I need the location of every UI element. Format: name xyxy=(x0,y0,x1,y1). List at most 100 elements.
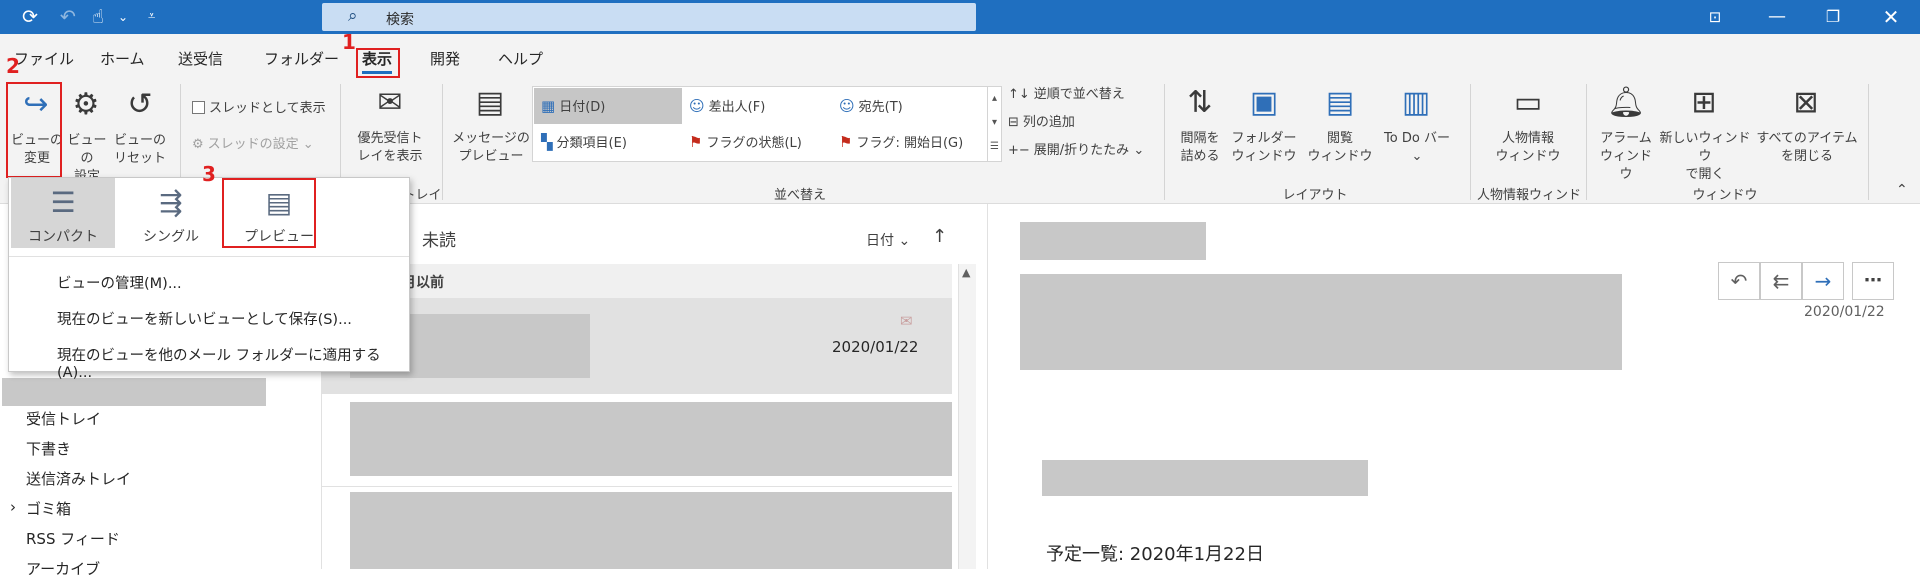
sort-by-dropdown[interactable]: 日付 ⌄ xyxy=(866,230,910,250)
annotation-step-1: 1 xyxy=(342,30,356,54)
touch-mode-icon[interactable]: ☝ xyxy=(92,6,104,28)
show-as-threads-label: スレッドとして表示 xyxy=(209,101,326,116)
sort-direction-icon[interactable]: ↑ xyxy=(932,226,947,247)
close-all-items-button[interactable]: すべてのアイテム を閉じる xyxy=(1754,130,1860,166)
message-preview-button[interactable]: メッセージの プレビュー xyxy=(450,130,532,166)
categories-icon: ▚ xyxy=(541,133,553,151)
group-label-window: ウィンドウ xyxy=(1692,188,1758,203)
reset-view-button[interactable]: ビューの リセット xyxy=(114,132,166,168)
arrange-from[interactable]: ☺ 差出人(F) xyxy=(689,97,839,117)
gallery-scroll[interactable]: ▴ ▾ ☰ xyxy=(987,87,1001,161)
arrange-date-text: 日付(D) xyxy=(559,100,606,115)
chevron-right-icon[interactable]: › xyxy=(10,498,16,516)
add-columns-button[interactable]: ⊟ 列の追加 xyxy=(1008,114,1148,132)
ribbon-display-icon[interactable]: ⊡ xyxy=(1692,4,1738,30)
folder-inbox[interactable]: 受信トレイ xyxy=(26,408,101,429)
tab-folder[interactable]: フォルダー xyxy=(264,48,339,69)
title-bar: ⟳ ↶ ☝ ⌄ ⩡ ⌕ 検索 ⊡ — ❐ ✕ xyxy=(0,0,1920,34)
filter-unread[interactable]: 未読 xyxy=(422,226,456,251)
people-pane-button[interactable]: 人物情報 ウィンドウ xyxy=(1482,130,1574,166)
reset-view-icon: ↺ xyxy=(127,87,153,122)
divider xyxy=(9,256,409,257)
restore-icon[interactable]: ❐ xyxy=(1810,4,1856,30)
annotation-step-3: 3 xyxy=(202,162,216,186)
tab-developer[interactable]: 開発 xyxy=(430,48,460,69)
flag-icon: ⚑ xyxy=(689,133,703,151)
redacted-list-item[interactable] xyxy=(350,402,952,476)
separator xyxy=(1470,84,1471,200)
arrange-categories-text: 分類項目(E) xyxy=(556,136,627,151)
dropdown-arrow-icon[interactable]: ⌄ xyxy=(118,6,128,28)
arrange-date-label: ▦ 日付(D) xyxy=(541,97,681,117)
people-pane-icon: ▭ xyxy=(1513,85,1543,120)
columns-icon: ⊟ xyxy=(1008,115,1019,130)
arrange-flag-status[interactable]: ⚑ フラグの状態(L) xyxy=(689,133,839,153)
focused-inbox-button[interactable]: 優先受信ト レイを表示 xyxy=(348,130,432,166)
search-box[interactable]: ⌕ 検索 xyxy=(322,3,976,31)
arrange-to[interactable]: ☺ 宛先(T) xyxy=(839,97,989,117)
customize-icon[interactable]: ⩡ xyxy=(148,6,155,28)
reply-all-button[interactable]: ⇇ xyxy=(1760,262,1802,300)
reading-pane: 予定一覧: 2020年1月22日 2020/01/22 xyxy=(988,204,1920,569)
arrange-categories[interactable]: ▚ 分類項目(E) xyxy=(541,133,691,153)
reminders-window-button[interactable]: アラーム ウィンドウ xyxy=(1594,130,1658,184)
focused-inbox-icon: ✉ xyxy=(377,85,403,120)
arrange-flag-start[interactable]: ⚑ フラグ: 開始日(G) xyxy=(839,133,989,153)
todo-bar-button[interactable]: To Do バー ⌄ xyxy=(1372,130,1462,166)
expand-collapse-label: 展開/折りたたみ xyxy=(1033,143,1130,158)
folder-pane-button[interactable]: フォルダー ウィンドウ xyxy=(1228,130,1300,166)
list-item-date: 2020/01/22 xyxy=(832,338,919,356)
single-view-icon: ⇶ xyxy=(159,186,183,219)
scroll-up-icon[interactable]: ▲ xyxy=(962,266,970,279)
highlight-preview-option xyxy=(222,178,316,248)
more-actions-button[interactable]: ⋯ xyxy=(1852,262,1894,300)
spacing-icon: ⇅ xyxy=(1187,85,1213,120)
tab-home[interactable]: ホーム xyxy=(100,48,145,69)
view-option-compact-label: コンパクト xyxy=(28,229,98,245)
separator xyxy=(442,84,443,200)
folder-sent[interactable]: 送信済みトレイ xyxy=(26,468,131,489)
minimize-icon[interactable]: — xyxy=(1754,4,1800,30)
compact-spacing-button[interactable]: 間隔を 詰める xyxy=(1172,130,1228,166)
reverse-sort-button[interactable]: ↑↓ 逆順で並べ替え xyxy=(1008,86,1148,104)
folder-drafts[interactable]: 下書き xyxy=(26,438,71,459)
new-window-icon: ⊞ xyxy=(1691,85,1717,120)
list-item-selected[interactable]: ✉ 2020/01/22 xyxy=(322,298,952,394)
folder-rss[interactable]: RSS フィード xyxy=(26,528,120,549)
redacted-sender-info xyxy=(1020,274,1622,370)
view-option-single[interactable]: ⇶ シングル xyxy=(119,178,223,248)
body-heading: 予定一覧: 2020年1月22日 xyxy=(1046,544,1264,565)
sync-icon[interactable]: ⟳ xyxy=(22,6,38,28)
message-preview-icon: ▤ xyxy=(475,85,505,120)
arrange-flag-start-text: フラグ: 開始日(G) xyxy=(856,136,964,151)
arrangement-gallery: ▦ 日付(D) ☺ 差出人(F) ☺ 宛先(T) ▚ 分類項目(E) ⚑ フラグの状態(L… xyxy=(532,86,1002,162)
divider xyxy=(322,486,952,487)
reply-button[interactable]: ↶ xyxy=(1718,262,1760,300)
tab-file[interactable]: ファイル xyxy=(14,48,74,69)
change-view-dropdown: ☰ コンパクト ⇶ シングル ▤ プレビュー ビューの管理(M)... 現在のビ… xyxy=(8,177,410,381)
reading-pane-button[interactable]: 閲覧 ウィンドウ xyxy=(1304,130,1376,166)
save-view-item[interactable]: 現在のビューを新しいビューとして保存(S)... xyxy=(57,308,352,329)
undo-icon[interactable]: ↶ xyxy=(60,6,76,28)
forward-button[interactable]: → xyxy=(1802,262,1844,300)
folder-deleted[interactable]: ゴミ箱 xyxy=(26,498,71,519)
close-icon[interactable]: ✕ xyxy=(1868,4,1914,30)
manage-views-item[interactable]: ビューの管理(M)... xyxy=(57,272,182,293)
view-option-compact[interactable]: ☰ コンパクト xyxy=(11,178,115,248)
redacted-list-item[interactable] xyxy=(350,492,952,569)
search-input[interactable]: 検索 xyxy=(386,9,414,29)
group-label-arrangement: 並べ替え xyxy=(773,188,826,203)
compact-view-icon: ☰ xyxy=(50,186,76,219)
collapse-ribbon-icon[interactable]: ⌃ xyxy=(1896,182,1908,198)
open-new-window-button[interactable]: 新しいウィンドウ で開く xyxy=(1654,130,1756,184)
tab-send-receive[interactable]: 送受信 xyxy=(178,48,223,69)
reading-pane-icon: ▤ xyxy=(1325,85,1355,120)
view-option-single-label: シングル xyxy=(143,229,199,245)
thread-settings-button[interactable]: ⚙ スレッドの設定 ⌄ xyxy=(192,136,332,154)
scrollbar[interactable]: ▲ xyxy=(958,264,976,569)
show-as-threads-checkbox[interactable]: スレッドとして表示 xyxy=(192,100,332,118)
apply-view-item[interactable]: 現在のビューを他のメール フォルダーに適用する(A)... xyxy=(57,344,409,381)
tab-help[interactable]: ヘルプ xyxy=(498,48,543,69)
expand-collapse-button[interactable]: +− 展開/折りたたみ ⌄ xyxy=(1008,142,1158,160)
reverse-sort-label: 逆順で並べ替え xyxy=(1033,87,1125,102)
